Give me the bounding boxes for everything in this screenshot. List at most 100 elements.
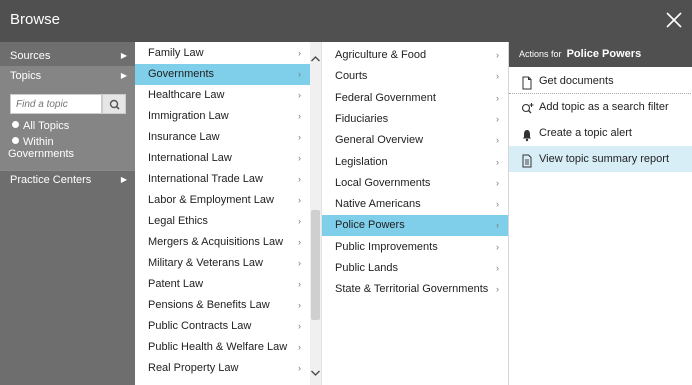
subtopic-row[interactable]: Public Improvements › <box>322 237 508 258</box>
chevron-right-icon: › <box>298 195 301 205</box>
document-icon <box>521 74 533 90</box>
chevron-right-icon: › <box>496 220 499 231</box>
subtopic-row[interactable]: Native Americans › <box>322 194 508 215</box>
subtopic-row-label: Police Powers <box>335 219 405 232</box>
chevron-right-icon: ▶ <box>120 51 127 60</box>
chevron-right-icon: › <box>298 279 301 289</box>
chevron-right-icon: › <box>298 69 301 79</box>
chevron-right-icon: › <box>298 48 301 58</box>
topic-row-label: International Trade Law <box>148 173 263 185</box>
subtopic-row[interactable]: Courts › <box>322 66 508 87</box>
topic-row-label: Legal Ethics <box>148 215 208 227</box>
topic-row-label: Public Health & Welfare Law <box>148 341 288 353</box>
topic-row[interactable]: Healthcare Law › <box>135 85 310 106</box>
subtopic-row[interactable]: Legislation › <box>322 152 508 173</box>
topic-row-label: Public Contracts Law <box>148 320 252 332</box>
create-alert-action[interactable]: Create a topic alert <box>509 120 692 146</box>
radio-dot <box>12 121 19 128</box>
topic-row-label: International Law <box>148 152 232 164</box>
actions-header-prefix: Actions for <box>519 49 562 59</box>
browse-dialog: Browse Sources ▶ Topics ▶ Find a topic A… <box>0 0 692 385</box>
close-icon[interactable] <box>662 8 686 32</box>
subtopic-row-label: Agriculture & Food <box>335 49 427 61</box>
search-icon <box>109 99 120 110</box>
topic-row[interactable]: Family Law › <box>135 43 310 64</box>
topic-row-label: Mergers & Acquisitions Law <box>148 236 284 248</box>
chevron-right-icon: › <box>298 321 301 331</box>
add-search-filter-action[interactable]: Add topic as a search filter <box>509 94 692 120</box>
subtopic-row[interactable]: Agriculture & Food › <box>322 45 508 66</box>
subtopics-column: Agriculture & Food › Courts › Federal Govern… <box>321 42 508 385</box>
report-icon <box>521 152 533 168</box>
topic-row[interactable]: Military & Veterans Law › <box>135 253 310 274</box>
nav-item-sources[interactable]: Sources ▶ <box>0 46 135 66</box>
radio-all-topics[interactable]: All Topics <box>12 120 69 132</box>
chevron-right-icon: ▶ <box>120 175 127 184</box>
chevron-right-icon: › <box>496 199 499 210</box>
radio-label: Within <box>23 136 54 148</box>
search-plus-icon <box>521 100 534 114</box>
view-summary-report-action[interactable]: View topic summary report <box>509 146 692 172</box>
subtopic-row[interactable]: Police Powers › <box>322 215 508 237</box>
find-topic-field[interactable] <box>10 94 102 114</box>
nav-item-topics[interactable]: Topics ▶ <box>0 66 135 86</box>
subtopic-row-label: Courts <box>335 70 368 83</box>
subtopic-row-label: Fiduciaries <box>335 112 389 125</box>
topic-row[interactable]: Patent Law › <box>135 274 310 295</box>
topic-row-label: Military & Veterans Law <box>148 257 263 269</box>
chevron-right-icon: › <box>298 132 301 142</box>
subtopic-row[interactable]: Public Lands › <box>322 258 508 279</box>
chevron-right-icon: › <box>298 216 301 226</box>
search-button[interactable] <box>102 94 126 114</box>
topic-row[interactable]: Governments › <box>135 64 310 85</box>
chevron-right-icon: › <box>496 113 499 124</box>
chevron-right-icon: › <box>298 258 301 268</box>
action-label: Create a topic alert <box>539 127 632 139</box>
radio-within-governments-label: Governments <box>8 148 75 160</box>
topic-row[interactable]: Mergers & Acquisitions Law › <box>135 232 310 253</box>
chevron-right-icon: › <box>298 342 301 352</box>
topic-row-label: Healthcare Law <box>148 89 225 101</box>
scrollbar-thumb[interactable] <box>311 210 320 320</box>
subtopic-row[interactable]: Fiduciaries › <box>322 109 508 130</box>
nav-item-practice-centers[interactable]: Practice Centers ▶ <box>0 170 135 190</box>
nav-item-label: Practice Centers <box>10 174 92 186</box>
chevron-right-icon: › <box>298 363 301 373</box>
topic-row[interactable]: Legal Ethics › <box>135 211 310 232</box>
subtopic-row[interactable]: Federal Government › <box>322 88 508 109</box>
topic-row[interactable]: Immigration Law › <box>135 106 310 127</box>
topic-row[interactable]: Pensions & Benefits Law › <box>135 295 310 316</box>
chevron-right-icon: › <box>298 237 301 247</box>
radio-within-governments[interactable]: Within <box>12 136 54 148</box>
topic-filter-box: All Topics Within Governments <box>0 86 135 170</box>
bell-icon <box>521 126 533 142</box>
topic-row[interactable]: International Law › <box>135 148 310 169</box>
topics-column: Family Law › Governments › Healthcare Law › Im… <box>135 42 310 385</box>
chevron-right-icon: › <box>496 263 499 273</box>
topic-row[interactable]: Public Health & Welfare Law › <box>135 337 310 358</box>
nav-item-label: Topics <box>10 70 42 82</box>
scroll-up-icon[interactable] <box>310 52 321 66</box>
subtopic-row-label: Public Lands <box>335 262 398 274</box>
nav-item-label: Sources <box>10 50 51 62</box>
title-bar: Browse <box>0 0 692 42</box>
topic-row[interactable]: Public Contracts Law › <box>135 316 310 337</box>
topic-row[interactable]: International Trade Law › <box>135 169 310 190</box>
subtopic-row[interactable]: General Overview › <box>322 130 508 151</box>
topic-row[interactable]: Real Property Law › <box>135 358 310 379</box>
get-documents-action[interactable]: Get documents <box>509 68 692 94</box>
subtopic-row[interactable]: State & Territorial Governments › <box>322 279 508 300</box>
subtopic-row[interactable]: Local Governments › <box>322 173 508 194</box>
chevron-right-icon: › <box>496 177 499 188</box>
subtopic-row-label: Federal Government <box>335 91 436 104</box>
scroll-down-icon[interactable] <box>310 366 321 380</box>
subtopic-row-label: Native Americans <box>335 198 421 211</box>
topic-row[interactable]: Labor & Employment Law › <box>135 190 310 211</box>
topic-row-label: Labor & Employment Law <box>148 194 274 206</box>
actions-header: Actions for Police Powers <box>509 42 692 67</box>
find-topic-input[interactable] <box>11 95 101 113</box>
radio-dot-selected <box>12 137 19 144</box>
chevron-right-icon: › <box>496 135 499 146</box>
topic-row-label: Patent Law <box>148 278 204 290</box>
topic-row[interactable]: Insurance Law › <box>135 127 310 148</box>
